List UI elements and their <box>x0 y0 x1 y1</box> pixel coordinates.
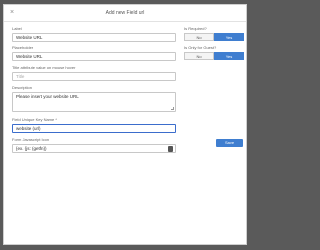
description-text: Please insert your website URL <box>16 94 79 99</box>
label-field-label: Label <box>12 26 22 31</box>
guest-only-label: Is Only for Guest? <box>184 45 217 50</box>
tooltip-input[interactable]: Title <box>12 72 176 81</box>
close-icon[interactable]: × <box>8 9 16 17</box>
tooltip-field-group: Title attribute value on mouse hover Tit… <box>12 65 176 81</box>
required-label: Is Required? <box>184 26 207 31</box>
dialog-title: Add new Field url <box>105 10 145 16</box>
placeholder-input[interactable]: Website URL <box>12 52 176 61</box>
resize-handle-icon[interactable] <box>171 107 174 110</box>
guest-toggle-group: Is Only for Guest? No Yes <box>184 45 244 60</box>
tooltip-field-label: Title attribute value on mouse hover <box>12 65 76 70</box>
description-textarea[interactable]: Please insert your website URL <box>12 92 176 112</box>
calculator-icon[interactable] <box>168 146 173 152</box>
placeholder-field-label: Placeholder <box>12 45 34 50</box>
description-field-label: Description <box>12 85 33 90</box>
label-input[interactable]: Website URL <box>12 33 176 42</box>
save-button[interactable]: Save <box>216 139 243 147</box>
required-toggle-group: Is Required? No Yes <box>184 26 244 41</box>
guest-only-toggle: No Yes <box>184 52 244 60</box>
unique-key-field-group: Field Unique Key Name * website (url) <box>12 117 176 133</box>
expression-input[interactable]: {ex. {js: (getfn}) <box>12 144 176 153</box>
unique-key-input[interactable]: website (url) <box>12 124 176 133</box>
expression-text: {ex. {js: (getfn}) <box>16 146 47 151</box>
required-toggle: No Yes <box>184 33 244 41</box>
expression-field-label: Form Javascript Icon <box>12 137 50 142</box>
description-field-group: Description Please insert your website U… <box>12 85 176 112</box>
dialog-header: × Add new Field url <box>4 5 246 22</box>
expression-field-group: Form Javascript Icon {ex. {js: (getfn}) <box>12 137 176 153</box>
required-yes-button[interactable]: Yes <box>214 33 244 41</box>
guest-no-button[interactable]: No <box>184 52 214 60</box>
guest-yes-button[interactable]: Yes <box>214 52 244 60</box>
unique-key-field-label: Field Unique Key Name * <box>12 117 57 122</box>
label-field-group: Label Website URL <box>12 26 176 42</box>
add-field-dialog: × Add new Field url Label Website URL Pl… <box>3 4 247 245</box>
placeholder-field-group: Placeholder Website URL <box>12 45 176 61</box>
required-no-button[interactable]: No <box>184 33 214 41</box>
